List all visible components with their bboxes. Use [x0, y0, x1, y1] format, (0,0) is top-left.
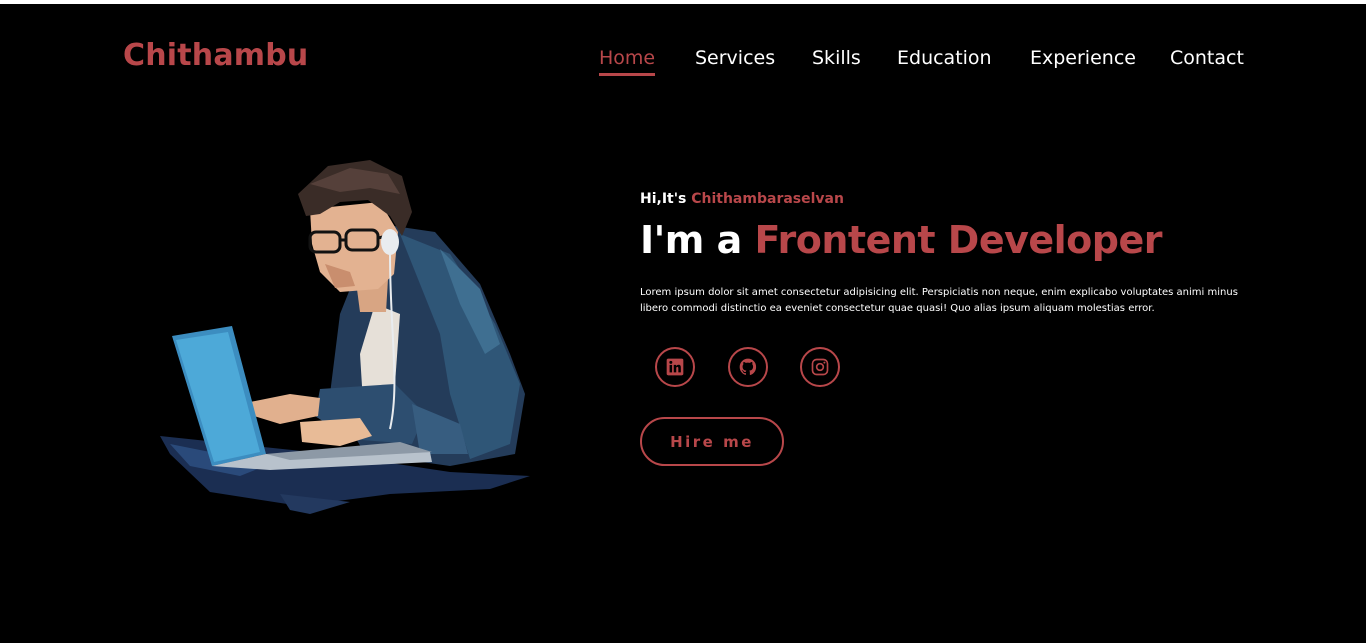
hire-me-button[interactable]: Hire me [640, 417, 784, 466]
nav-item-label: Services [695, 47, 776, 69]
page: Chithambu Home Services Skills Education… [0, 4, 1366, 643]
nav-item-skills[interactable]: Skills [812, 46, 861, 70]
instagram-link[interactable] [800, 347, 840, 387]
greeting-prefix: Hi,It's [640, 191, 687, 207]
active-underline [599, 73, 656, 76]
main-nav: Home Services Skills Education Experienc… [0, 46, 1366, 76]
github-link[interactable] [728, 347, 768, 387]
nav-item-label: Education [897, 47, 992, 69]
nav-item-label: Skills [812, 47, 861, 69]
headline-role: Frontent Developer [754, 218, 1162, 262]
nav-item-label: Home [599, 47, 656, 69]
linkedin-link[interactable] [655, 347, 695, 387]
nav-item-label: Experience [1030, 47, 1136, 69]
hero-description: Lorem ipsum dolor sit amet consectetur a… [640, 287, 1238, 314]
hero-headline: I'm a Frontent Developer [640, 218, 1162, 262]
greeting: Hi,It's Chithambaraselvan [640, 191, 844, 207]
nav-item-contact[interactable]: Contact [1170, 46, 1244, 70]
nav-item-label: Contact [1170, 47, 1244, 69]
linkedin-icon [666, 358, 684, 376]
nav-item-education[interactable]: Education [897, 46, 992, 70]
developer-illustration [160, 160, 530, 514]
greeting-name: Chithambaraselvan [691, 191, 844, 207]
nav-item-services[interactable]: Services [695, 46, 775, 70]
nav-item-experience[interactable]: Experience [1030, 46, 1136, 70]
github-icon [739, 358, 757, 376]
nav-item-home[interactable]: Home [599, 46, 656, 76]
headline-prefix: I'm a [640, 218, 742, 262]
instagram-icon [811, 358, 829, 376]
